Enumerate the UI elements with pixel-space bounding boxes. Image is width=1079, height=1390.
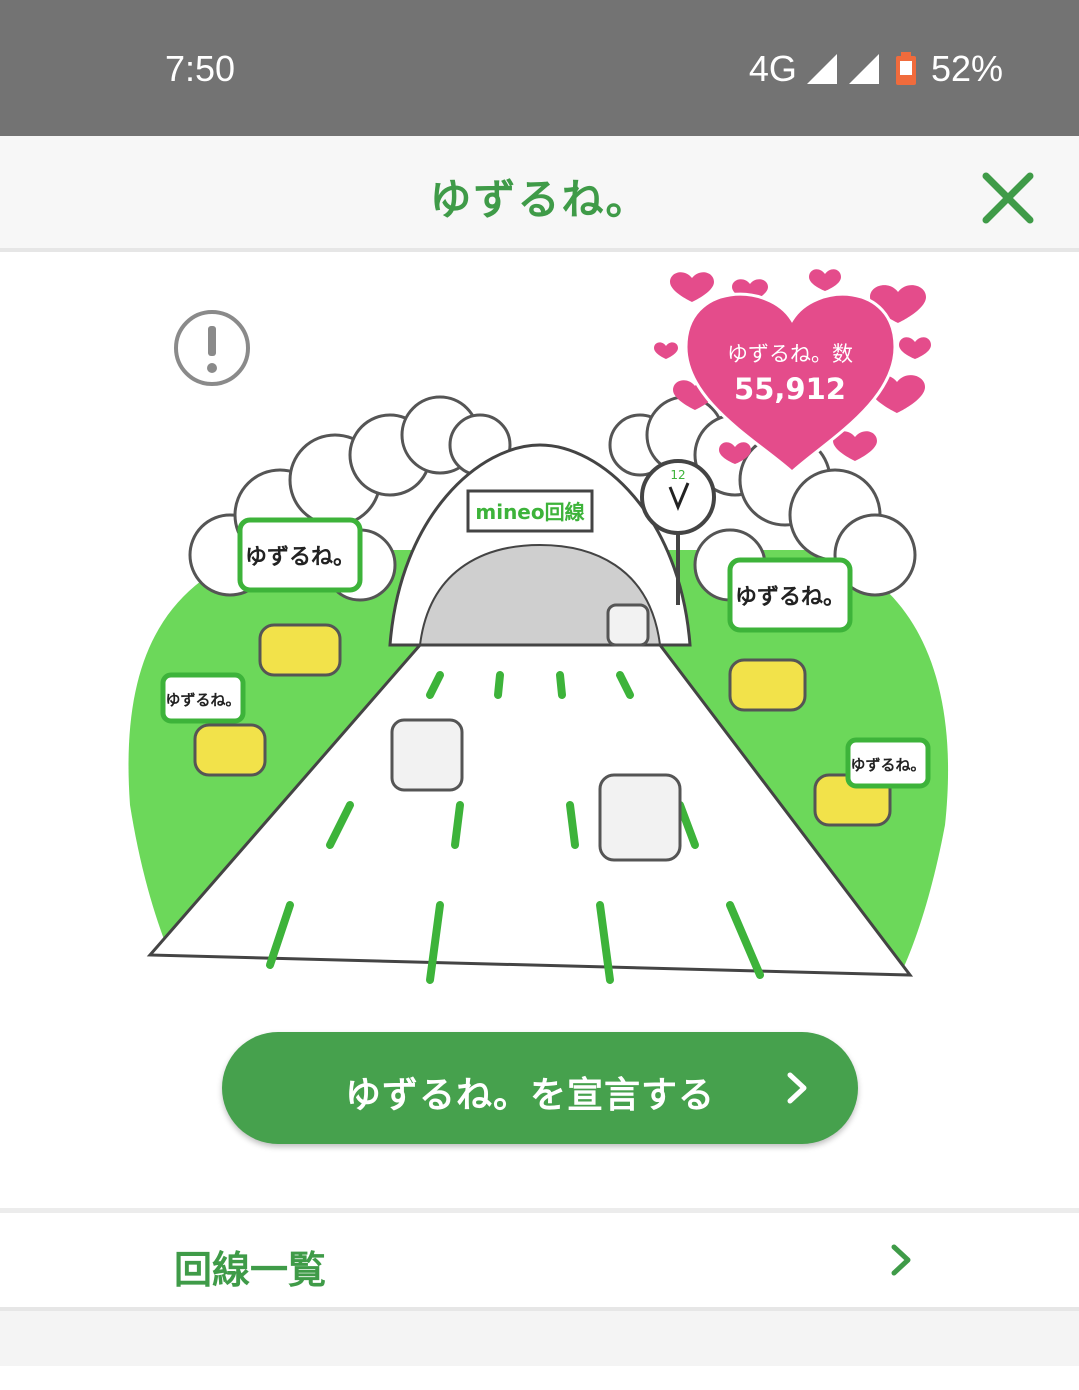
signal-icon	[806, 54, 837, 84]
battery-icon	[895, 52, 916, 85]
page-title: ゆずるね。	[429, 175, 650, 224]
tunnel-sign: mineo回線	[475, 500, 584, 524]
bubble-2: ゆずるね。	[735, 585, 845, 610]
network-type: 4G	[748, 48, 797, 89]
yuzurune-count-label: ゆずるね。数	[727, 342, 853, 366]
app-bar: ゆずるね。	[0, 136, 1079, 252]
declare-button-label: ゆずるね。を宣言する	[344, 1075, 715, 1116]
battery-percent: 52%	[930, 48, 1003, 89]
yuzurune-count-value: 55,912	[734, 372, 846, 406]
section-spacer	[0, 1311, 1079, 1366]
bubble-1: ゆずるね。	[245, 545, 355, 570]
declare-yuzurune-button[interactable]: ゆずるね。を宣言する	[222, 1032, 858, 1144]
line-list-label: 回線一覧	[174, 1248, 327, 1292]
status-time: 7:50	[165, 48, 236, 89]
signal-icon-2	[848, 54, 879, 84]
bubble-3: ゆずるね。	[165, 691, 240, 709]
chevron-right-icon	[891, 1244, 911, 1276]
bubble-4: ゆずるね。	[850, 756, 925, 774]
chevron-right-icon	[787, 1072, 807, 1104]
status-bar: 7:50 4G 52%	[0, 0, 1079, 136]
status-right: 4G 52%	[749, 48, 1003, 90]
close-icon[interactable]	[980, 170, 1036, 226]
line-list-row[interactable]: 回線一覧	[0, 1213, 1079, 1307]
